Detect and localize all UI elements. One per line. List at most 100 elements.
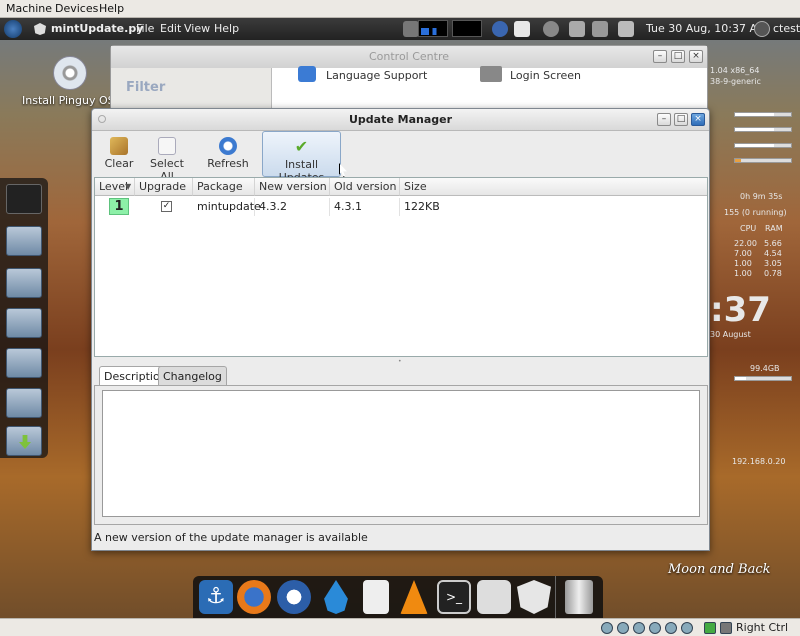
login-screen-icon [480, 66, 502, 82]
thunderbird-icon[interactable] [277, 580, 311, 614]
volume-icon[interactable] [618, 21, 634, 37]
refresh-button[interactable]: Refresh [206, 131, 250, 177]
brand-text: Moon and Back [668, 562, 771, 577]
app-title: mintUpdate.py [51, 22, 144, 35]
cc-minimize[interactable]: – [653, 50, 667, 63]
vlc-icon[interactable] [400, 580, 428, 614]
checkmark-icon: ✔ [294, 137, 309, 156]
bar-1 [734, 112, 792, 117]
page-icon [158, 137, 176, 155]
refresh-label: Refresh [207, 157, 249, 170]
shield-dock-icon[interactable] [517, 580, 551, 614]
cd-icon [53, 56, 87, 90]
panel-menu-help[interactable]: Help [214, 22, 239, 35]
bluetooth-icon[interactable] [543, 21, 559, 37]
cc-item-language[interactable]: Language Support [326, 69, 427, 82]
clear-button[interactable]: Clear [100, 131, 138, 177]
home-folder-icon[interactable] [6, 226, 42, 256]
bottom-dock: ⚓ >_ [193, 576, 603, 618]
maximize-button[interactable]: □ [674, 113, 688, 126]
cpu-graph [418, 20, 448, 37]
proc-cpu-1: 22.00 [734, 239, 757, 248]
description-text-area[interactable] [102, 390, 700, 517]
proc-cpu-3: 1.00 [734, 259, 752, 268]
mail-icon[interactable] [592, 21, 608, 37]
videos-folder-icon[interactable] [6, 388, 42, 418]
shared-folder-icon[interactable] [649, 622, 661, 634]
process-count: 155 (0 running) [724, 208, 787, 217]
panel-menu-file[interactable]: File [136, 22, 154, 35]
virtualization-icon[interactable] [704, 622, 716, 634]
bar-4 [734, 158, 792, 163]
memory-graph [452, 20, 482, 37]
anchor-icon[interactable]: ⚓ [199, 580, 233, 614]
clipboard-icon[interactable] [514, 21, 530, 37]
minimize-button[interactable]: – [657, 113, 671, 126]
col-size[interactable]: Size [400, 178, 707, 196]
proc-ram-2: 4.54 [764, 249, 782, 258]
speaker-icon[interactable] [363, 580, 389, 614]
network-icon[interactable] [569, 21, 585, 37]
col-upgrade[interactable]: Upgrade [135, 178, 193, 196]
water-drop-icon[interactable] [324, 580, 348, 614]
pictures-folder-icon[interactable] [6, 348, 42, 378]
ram-label: RAM [765, 224, 783, 233]
proc-cpu-2: 7.00 [734, 249, 752, 258]
kernel-line-1: 1.04 x86_64 [710, 66, 760, 75]
network-status-icon[interactable] [665, 622, 677, 634]
tab-changelog[interactable]: Changelog [158, 366, 227, 386]
firefox-icon[interactable] [237, 580, 271, 614]
documents-folder-icon[interactable] [6, 268, 42, 298]
clock[interactable]: Tue 30 Aug, 10:37 AM [646, 22, 766, 35]
main-menu-icon[interactable] [4, 20, 22, 38]
row-package: mintupdate [193, 198, 261, 216]
col-package[interactable]: Package [193, 178, 255, 196]
hdd-icon[interactable] [601, 622, 613, 634]
info-icon[interactable] [492, 21, 508, 37]
music-folder-icon[interactable] [6, 308, 42, 338]
conky-time: :37 [710, 290, 771, 330]
monitor-icon[interactable] [6, 184, 42, 214]
menu-help[interactable]: Help [99, 2, 124, 15]
panel-menu-edit[interactable]: Edit [160, 22, 181, 35]
col-new-version[interactable]: New version [255, 178, 330, 196]
close-button[interactable]: × [691, 113, 705, 126]
bar-3 [734, 143, 792, 148]
disk-bar [734, 376, 792, 381]
col-old-version[interactable]: Old version [330, 178, 400, 196]
tools-icon[interactable] [477, 580, 511, 614]
top-panel: mintUpdate.py File Edit View Help Tue 30… [0, 18, 800, 40]
install-updates-button[interactable]: ✔ Install Updates [262, 131, 341, 184]
menu-devices[interactable]: Devices [55, 2, 98, 15]
desktop-icon-install[interactable]: Install Pinguy OS [22, 56, 115, 107]
upgrade-checkbox[interactable]: ✓ [161, 201, 172, 212]
dock-separator [555, 576, 556, 618]
broom-icon [110, 137, 128, 155]
row-old-version: 4.3.1 [330, 198, 400, 216]
trash-icon[interactable] [565, 580, 593, 614]
mouse-integration-icon[interactable] [720, 622, 732, 634]
sort-arrow-icon: ▼ [125, 182, 132, 191]
window-menu-icon[interactable] [98, 115, 106, 123]
pane-splitter[interactable]: • [398, 358, 402, 365]
user-name[interactable]: ctest [773, 22, 800, 35]
optical-drive-icon[interactable] [617, 622, 629, 634]
panel-menu-view[interactable]: View [184, 22, 210, 35]
select-all-button[interactable]: Select All [144, 131, 190, 183]
downloads-folder-icon[interactable] [6, 426, 42, 456]
updates-list[interactable]: Level ▼ Upgrade Package New version Old … [94, 177, 708, 357]
host-menubar: Machine Devices Help [0, 0, 800, 18]
cc-maximize[interactable]: □ [671, 50, 685, 63]
proc-cpu-4: 1.00 [734, 269, 752, 278]
bar-2 [734, 127, 792, 132]
desktop-icon-label: Install Pinguy OS [22, 94, 115, 107]
user-icon[interactable] [754, 21, 770, 37]
cc-close[interactable]: × [689, 50, 703, 63]
refresh-icon [219, 137, 237, 155]
menu-machine[interactable]: Machine [6, 2, 52, 15]
capture-icon[interactable] [681, 622, 693, 634]
cc-item-login[interactable]: Login Screen [510, 69, 581, 82]
terminal-icon[interactable]: >_ [437, 580, 471, 614]
keyboard-icon[interactable] [403, 21, 419, 37]
usb-icon[interactable] [633, 622, 645, 634]
